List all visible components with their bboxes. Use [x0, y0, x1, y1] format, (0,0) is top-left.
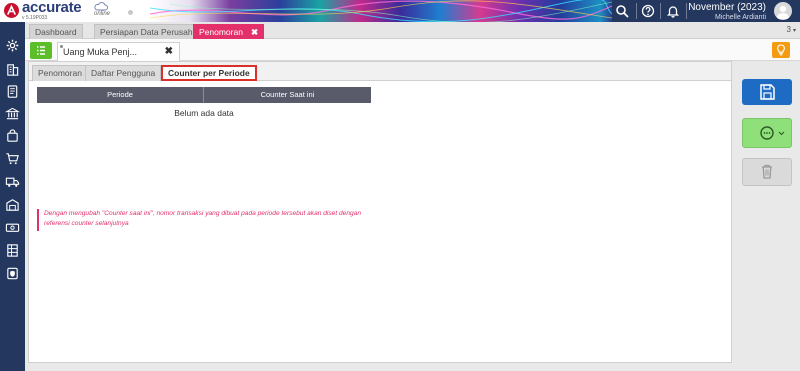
search-icon[interactable]	[614, 3, 630, 19]
building-icon[interactable]	[5, 62, 20, 77]
tab-label: Persiapan Data Perusahaan	[100, 27, 207, 37]
ledger-icon[interactable]	[5, 84, 20, 99]
cloud-icon	[94, 2, 108, 11]
gear-icon[interactable]	[5, 38, 20, 53]
column-header-counter[interactable]: Counter Saat ini	[204, 87, 371, 103]
info-note: Dengan mengubah "Counter saat ini", nomo…	[37, 209, 368, 231]
main-panel: Penomoran Daftar Pengguna Counter per Pe…	[28, 61, 732, 363]
shield-icon[interactable]	[5, 266, 20, 281]
report-icon[interactable]	[5, 243, 20, 258]
tab-label: Daftar Pengguna	[91, 68, 156, 78]
help-icon[interactable]	[640, 3, 656, 19]
tab-counter-per-periode[interactable]: Counter per Periode	[161, 65, 257, 81]
bank-icon[interactable]	[5, 106, 20, 121]
status-dot	[128, 10, 133, 15]
more-icon	[760, 126, 785, 140]
lightbulb-icon	[777, 44, 785, 56]
panel-tabs: Penomoran Daftar Pengguna Counter per Pe…	[29, 62, 731, 81]
tab-dashboard[interactable]: Dashboard	[29, 24, 83, 39]
tab-penomoran-sub[interactable]: Penomoran	[32, 65, 88, 81]
tab-label: Penomoran	[38, 68, 82, 78]
app-header: accurate online v 5.19P033 November (202…	[0, 0, 800, 22]
user-avatar-icon	[776, 5, 790, 19]
document-tab[interactable]: Uang Muka Penj... ✖	[57, 42, 180, 61]
header-wave-decoration	[150, 0, 612, 22]
user-name: Michelle Ardianti	[715, 14, 766, 21]
counter-grid: Periode Counter Saat ini Belum ada data	[37, 87, 371, 204]
tab-count-value: 3	[786, 25, 791, 34]
tab-label: Penomoran	[199, 27, 243, 37]
sidebar	[0, 22, 25, 371]
tab-label: Dashboard	[35, 27, 77, 37]
tab-daftar-pengguna[interactable]: Daftar Pengguna	[85, 65, 162, 81]
list-icon	[37, 46, 45, 55]
logo-text: accurate	[22, 0, 82, 16]
period-selector[interactable]: November (2023) Michelle Ardianti	[688, 2, 766, 21]
accurate-logo[interactable]: accurate online v 5.19P033	[4, 0, 144, 21]
module-tab-bar: Dashboard Persiapan Data Perusahaan Peno…	[25, 22, 800, 39]
save-icon	[760, 84, 775, 100]
delete-button[interactable]	[742, 158, 792, 186]
grid-header: Periode Counter Saat ini	[37, 87, 371, 103]
trash-icon	[762, 164, 772, 179]
version-label: v 5.19P033	[22, 15, 48, 21]
period-label: November (2023)	[688, 2, 766, 13]
logo-online-label: online	[94, 11, 111, 17]
column-header-periode[interactable]: Periode	[37, 87, 204, 103]
empty-state-text: Belum ada data	[174, 108, 234, 118]
tips-button[interactable]	[772, 42, 790, 58]
avatar[interactable]	[774, 2, 792, 20]
truck-icon[interactable]	[5, 174, 20, 189]
cart-icon[interactable]	[5, 151, 20, 166]
bell-icon[interactable]	[665, 3, 681, 19]
list-button[interactable]	[30, 42, 52, 59]
save-button[interactable]	[742, 79, 792, 105]
bag-icon[interactable]	[5, 128, 20, 143]
open-tab-count[interactable]: 3 ▾	[787, 25, 796, 34]
payroll-icon[interactable]	[5, 220, 20, 235]
tab-label: Counter per Periode	[168, 68, 250, 78]
header-divider	[636, 3, 637, 19]
document-bar: Uang Muka Penj... ✖	[25, 39, 800, 61]
document-tab-label: Uang Muka Penj...	[63, 47, 138, 57]
close-icon[interactable]: ✖	[251, 27, 258, 37]
chevron-down-icon: ▾	[792, 28, 796, 34]
logo-mark-icon	[4, 3, 19, 18]
warehouse-icon[interactable]	[5, 197, 20, 212]
more-actions-button[interactable]	[742, 118, 792, 148]
header-divider	[660, 3, 661, 19]
header-divider	[686, 3, 687, 19]
close-icon[interactable]: ✖	[165, 46, 173, 57]
tab-penomoran[interactable]: Penomoran ✖	[193, 24, 265, 39]
